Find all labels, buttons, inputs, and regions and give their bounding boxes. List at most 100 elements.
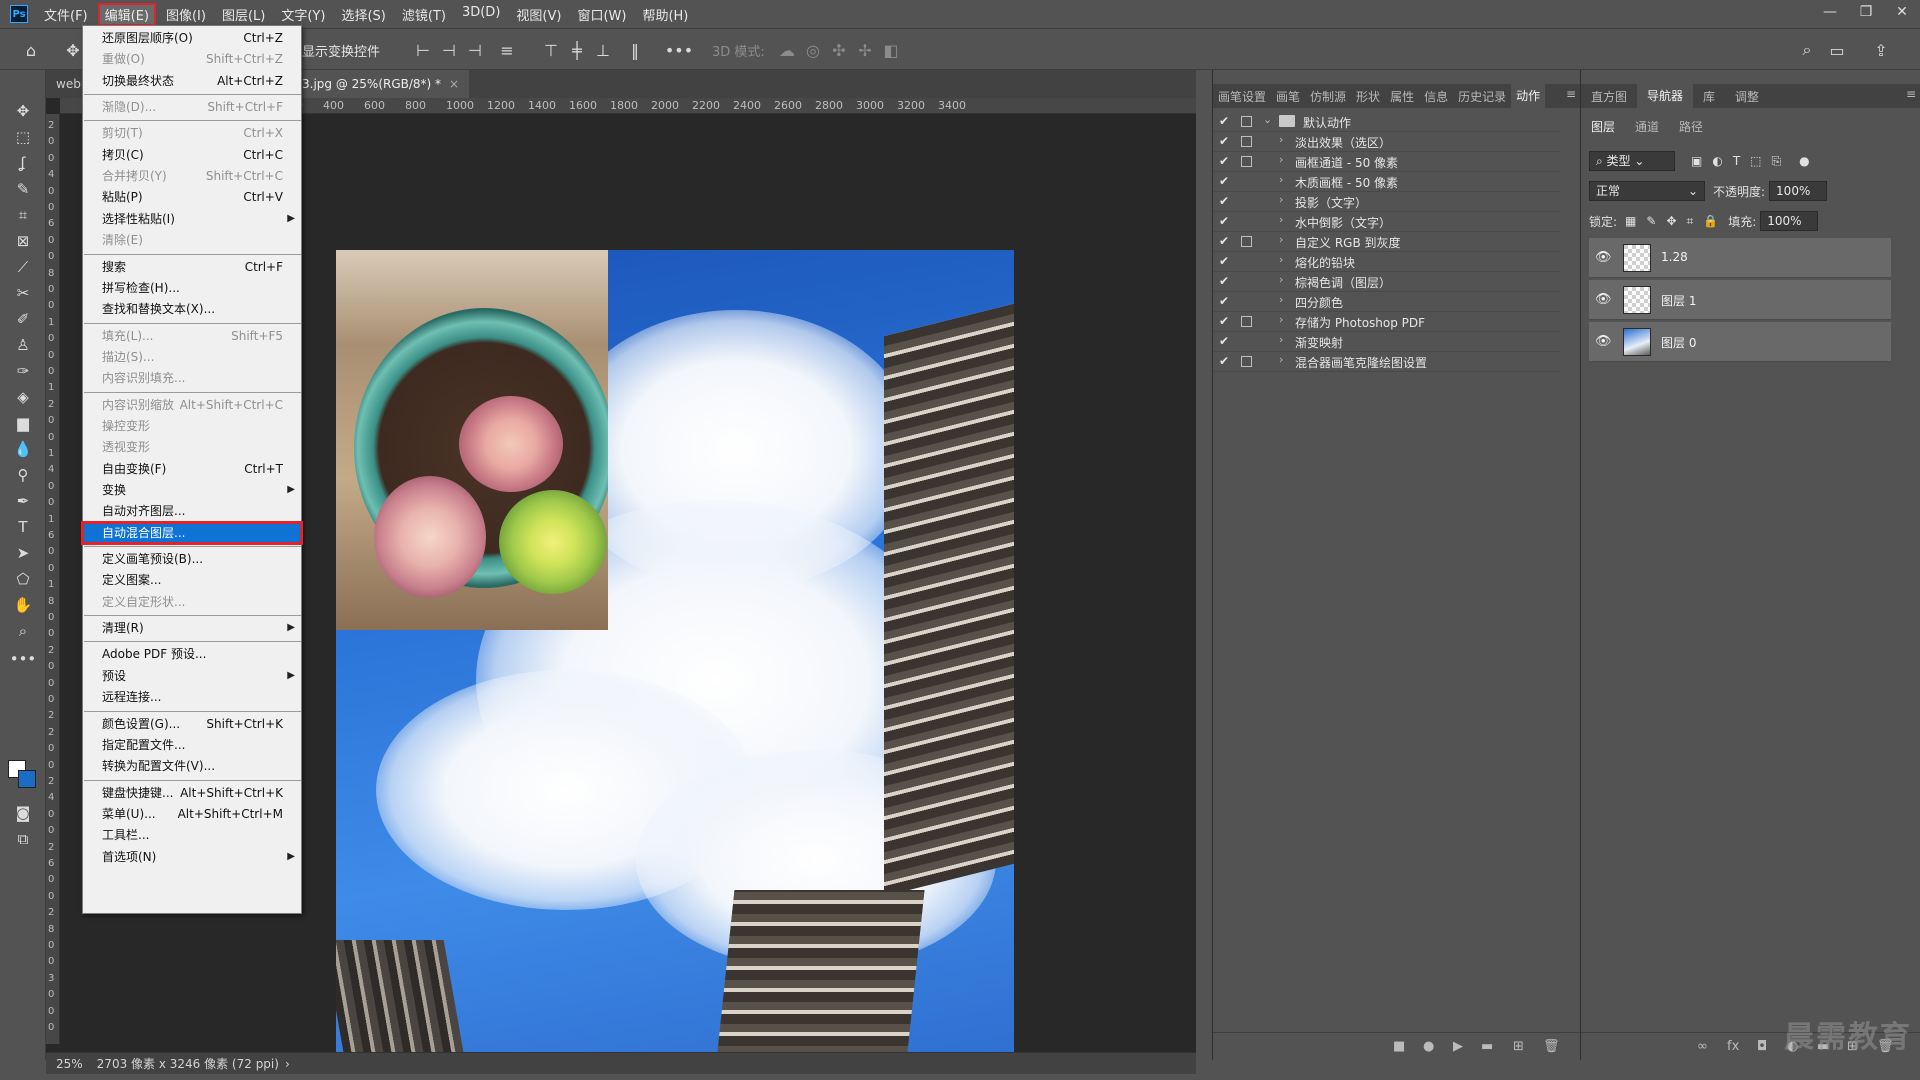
edit-menu-item[interactable]: 变换 ▶: [83, 480, 301, 500]
eye-icon[interactable]: 👁: [1595, 250, 1612, 265]
panel-menu-icon[interactable]: ≡: [1906, 87, 1916, 101]
adjustment-filter-icon[interactable]: ◐: [1712, 154, 1722, 168]
edit-menu-item[interactable]: 工具栏...: [83, 825, 301, 845]
marquee-tool-icon[interactable]: ⬚: [10, 126, 36, 148]
chevron-right-icon[interactable]: ›: [1279, 333, 1283, 346]
check-icon[interactable]: ✔: [1219, 354, 1229, 368]
menu-3[interactable]: 图层(L): [216, 3, 271, 26]
menu-7[interactable]: 3D(D): [456, 3, 506, 26]
edit-menu-item[interactable]: 查找和替换文本(X)...: [83, 299, 301, 319]
brush-tool-icon[interactable]: ✐: [10, 308, 36, 330]
actions-tab[interactable]: 历史记录: [1453, 88, 1511, 105]
clone-stamp-tool-icon[interactable]: ♙: [10, 334, 36, 356]
edit-menu-item[interactable]: 透视变形: [83, 437, 301, 457]
edit-menu-item[interactable]: Adobe PDF 预设...: [83, 644, 301, 664]
edit-menu-item[interactable]: 自由变换(F) Ctrl+T: [83, 459, 301, 479]
check-icon[interactable]: ✔: [1219, 214, 1229, 228]
pixel-filter-icon[interactable]: ▣: [1691, 154, 1702, 168]
add-mask-icon[interactable]: ◘: [1757, 1039, 1767, 1054]
edit-menu-item[interactable]: 描边(S)...: [83, 347, 301, 367]
action-row[interactable]: ✔ › 熔化的铅块: [1213, 252, 1561, 272]
edit-menu-item[interactable]: 键盘快捷键... Alt+Shift+Ctrl+K: [83, 783, 301, 803]
lock-artboard-icon[interactable]: ⌗: [1687, 214, 1694, 229]
action-row[interactable]: ✔ › 木质画框 - 50 像素: [1213, 172, 1561, 192]
screen-mode-icon[interactable]: ⧉: [10, 828, 36, 850]
layers-tab[interactable]: 图层: [1581, 118, 1625, 135]
align-top-icon[interactable]: ⊤: [540, 39, 562, 61]
action-set-row[interactable]: ✔ ⌄ 默认动作: [1213, 112, 1561, 132]
chevron-right-icon[interactable]: ›: [1279, 133, 1283, 146]
chevron-right-icon[interactable]: ›: [1279, 353, 1283, 366]
background-color-swatch[interactable]: [18, 770, 36, 788]
pen-tool-icon[interactable]: ✒: [10, 490, 36, 512]
layers-tab[interactable]: 通道: [1625, 118, 1669, 135]
edit-menu-item[interactable]: 菜单(U)... Alt+Shift+Ctrl+M: [83, 804, 301, 824]
actions-tab[interactable]: 形状: [1351, 88, 1385, 105]
edit-menu-item[interactable]: 指定配置文件...: [83, 735, 301, 755]
check-icon[interactable]: ✔: [1219, 234, 1229, 248]
check-icon[interactable]: ✔: [1219, 114, 1229, 128]
actions-tab[interactable]: 信息: [1419, 88, 1453, 105]
edit-menu-item[interactable]: 剪切(T) Ctrl+X: [83, 123, 301, 143]
chevron-right-icon[interactable]: ›: [1279, 213, 1283, 226]
3d-drag-icon[interactable]: ✣: [828, 39, 850, 61]
lock-pixels-icon[interactable]: ✎: [1646, 214, 1656, 228]
eye-icon[interactable]: 👁: [1595, 334, 1612, 349]
layer-row[interactable]: 👁 1.28: [1589, 238, 1891, 278]
align-left-icon[interactable]: ⊢: [412, 39, 434, 61]
eyedropper-tool-icon[interactable]: ⟋: [10, 256, 36, 278]
action-row[interactable]: ✔ › 混合器画笔克隆绘图设置: [1213, 352, 1561, 372]
home-icon[interactable]: ⌂: [20, 39, 42, 61]
check-icon[interactable]: ✔: [1219, 334, 1229, 348]
edit-menu-item[interactable]: 转换为配置文件(V)...: [83, 756, 301, 776]
frame-tool-icon[interactable]: ⊠: [10, 230, 36, 252]
check-icon[interactable]: ✔: [1219, 154, 1229, 168]
layer-style-icon[interactable]: fx: [1727, 1039, 1739, 1054]
eye-icon[interactable]: 👁: [1595, 292, 1612, 307]
chevron-right-icon[interactable]: ›: [1279, 253, 1283, 266]
menu-1[interactable]: 编辑(E): [97, 2, 156, 26]
dialog-toggle-icon[interactable]: [1241, 136, 1252, 147]
action-row[interactable]: ✔ › 渐变映射: [1213, 332, 1561, 352]
menu-0[interactable]: 文件(F): [38, 3, 94, 26]
new-action-icon[interactable]: ⊞: [1513, 1039, 1524, 1054]
edit-menu-item[interactable]: 选择性粘贴(I) ▶: [83, 209, 301, 229]
navigator-tab[interactable]: 调整: [1725, 88, 1769, 105]
edit-menu-item[interactable]: 内容识别填充...: [83, 368, 301, 388]
workspace-icon[interactable]: ▭: [1826, 39, 1848, 61]
hand-tool-icon[interactable]: ✋: [10, 594, 36, 616]
edit-menu-item[interactable]: 拼写检查(H)...: [83, 278, 301, 298]
opacity-input[interactable]: 100%: [1769, 181, 1828, 201]
navigator-tab[interactable]: 库: [1693, 88, 1725, 105]
layers-tab[interactable]: 路径: [1669, 118, 1713, 135]
edit-menu-item[interactable]: 合并拷贝(Y) Shift+Ctrl+C: [83, 166, 301, 186]
check-icon[interactable]: ✔: [1219, 194, 1229, 208]
smart-object-filter-icon[interactable]: ⎘: [1772, 154, 1782, 169]
align-middle-v-icon[interactable]: ╪: [566, 39, 588, 61]
action-row[interactable]: ✔ › 画框通道 - 50 像素: [1213, 152, 1561, 172]
actions-tab[interactable]: 仿制源: [1305, 88, 1351, 105]
type-filter-icon[interactable]: T: [1733, 154, 1740, 168]
chevron-right-icon[interactable]: ›: [1279, 153, 1283, 166]
new-set-icon[interactable]: ▬: [1481, 1039, 1493, 1054]
action-row[interactable]: ✔ › 投影（文字）: [1213, 192, 1561, 212]
share-icon[interactable]: ⇪: [1870, 39, 1892, 61]
check-icon[interactable]: ✔: [1219, 254, 1229, 268]
link-layers-icon[interactable]: ∞: [1697, 1039, 1708, 1054]
menu-10[interactable]: 帮助(H): [636, 3, 694, 26]
check-icon[interactable]: ✔: [1219, 294, 1229, 308]
actions-tab[interactable]: 画笔: [1271, 88, 1305, 105]
edit-menu-item[interactable]: 定义图案...: [83, 570, 301, 590]
lock-all-icon[interactable]: 🔒: [1703, 214, 1718, 228]
action-row[interactable]: ✔ › 自定义 RGB 到灰度: [1213, 232, 1561, 252]
action-row[interactable]: ✔ › 棕褐色调（图层）: [1213, 272, 1561, 292]
navigator-tab[interactable]: 直方图: [1581, 88, 1637, 105]
align-right-icon[interactable]: ⊣: [464, 39, 486, 61]
edit-menu-item[interactable]: 清理(R) ▶: [83, 618, 301, 638]
dialog-toggle-icon[interactable]: [1241, 316, 1252, 327]
filter-toggle-icon[interactable]: ●: [1799, 154, 1809, 168]
3d-roll-icon[interactable]: ◎: [802, 39, 824, 61]
edit-menu-item[interactable]: 搜索 Ctrl+F: [83, 257, 301, 277]
edit-menu-item[interactable]: 颜色设置(G)... Shift+Ctrl+K: [83, 714, 301, 734]
check-icon[interactable]: ✔: [1219, 174, 1229, 188]
